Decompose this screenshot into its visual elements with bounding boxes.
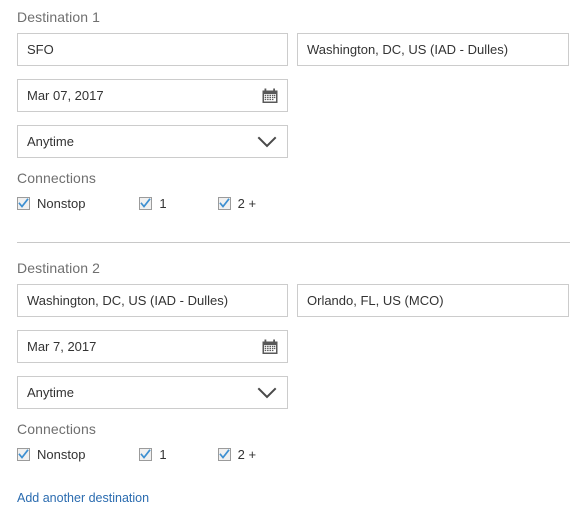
time-select-1-value: Anytime xyxy=(27,134,74,149)
connection-option-2plus-2[interactable]: 2 + xyxy=(217,446,257,462)
date-input-1-value: Mar 07, 2017 xyxy=(27,88,104,103)
connection-option-label: 2 + xyxy=(237,195,257,211)
checkbox-checked-icon[interactable] xyxy=(217,196,231,210)
destination-input-2[interactable]: Orlando, FL, US (MCO) xyxy=(297,284,569,317)
destination-input-1-value: Washington, DC, US (IAD - Dulles) xyxy=(307,42,509,57)
date-input-2-value: Mar 7, 2017 xyxy=(27,339,97,354)
checkbox-checked-icon[interactable] xyxy=(17,447,30,461)
footer-actions: Add another destination xyxy=(0,464,577,506)
destination-1-time-row: Anytime xyxy=(17,125,570,158)
date-input-2[interactable]: Mar 7, 2017 xyxy=(17,330,288,363)
connection-option-1-2[interactable]: 1 xyxy=(139,446,167,462)
destination-block-1: Destination 1 SFO Washington, DC, US (IA… xyxy=(0,0,577,213)
destination-1-date-row: Mar 07, 2017 xyxy=(17,79,570,112)
chevron-down-icon[interactable] xyxy=(257,387,277,399)
destination-2-section-label: Destination 2 xyxy=(17,260,101,276)
connection-option-1-1[interactable]: 1 xyxy=(139,195,167,211)
chevron-down-icon[interactable] xyxy=(257,136,277,148)
origin-input-1-value: SFO xyxy=(27,42,54,57)
destination-block-2: Destination 2 Washington, DC, US (IAD - … xyxy=(0,251,577,464)
destination-1-location-row: SFO Washington, DC, US (IAD - Dulles) xyxy=(17,33,570,66)
connection-option-2plus-1[interactable]: 2 + xyxy=(217,195,257,211)
destination-2-date-row: Mar 7, 2017 xyxy=(17,330,570,363)
date-input-1[interactable]: Mar 07, 2017 xyxy=(17,79,288,112)
connection-option-label: 1 xyxy=(159,446,167,462)
connection-option-nonstop-2[interactable]: Nonstop xyxy=(17,447,85,462)
connection-option-label: 1 xyxy=(159,195,167,211)
connection-option-label: Nonstop xyxy=(37,195,86,211)
destination-2-location-row: Washington, DC, US (IAD - Dulles) Orland… xyxy=(17,284,570,317)
destination-1-section-label: Destination 1 xyxy=(17,9,101,25)
connection-option-label: 2 + xyxy=(237,446,257,462)
calendar-icon[interactable] xyxy=(262,339,278,354)
add-another-destination-link[interactable]: Add another destination xyxy=(17,491,149,505)
time-select-2-value: Anytime xyxy=(27,385,74,400)
connection-option-nonstop-1[interactable]: Nonstop xyxy=(17,196,85,211)
destination-2-time-row: Anytime xyxy=(17,376,570,409)
time-select-1[interactable]: Anytime xyxy=(17,125,288,158)
checkbox-checked-icon[interactable] xyxy=(139,196,153,210)
connection-option-label: Nonstop xyxy=(37,446,86,462)
time-select-2[interactable]: Anytime xyxy=(17,376,288,409)
checkbox-checked-icon[interactable] xyxy=(217,447,231,461)
calendar-icon[interactable] xyxy=(262,88,278,103)
connections-checkbox-row-1: Nonstop 1 2 + xyxy=(17,193,570,213)
connections-checkbox-row-2: Nonstop 1 2 + xyxy=(17,444,570,464)
origin-input-2-value: Washington, DC, US (IAD - Dulles) xyxy=(27,293,229,308)
origin-input-1[interactable]: SFO xyxy=(17,33,288,66)
destination-input-2-value: Orlando, FL, US (MCO) xyxy=(307,293,444,308)
connections-label-1: Connections xyxy=(17,170,96,186)
connections-label-2: Connections xyxy=(17,421,96,437)
origin-input-2[interactable]: Washington, DC, US (IAD - Dulles) xyxy=(17,284,288,317)
multi-destination-form: Destination 1 SFO Washington, DC, US (IA… xyxy=(0,0,577,506)
checkbox-checked-icon[interactable] xyxy=(139,447,153,461)
destination-input-1[interactable]: Washington, DC, US (IAD - Dulles) xyxy=(297,33,569,66)
checkbox-checked-icon[interactable] xyxy=(17,196,30,210)
